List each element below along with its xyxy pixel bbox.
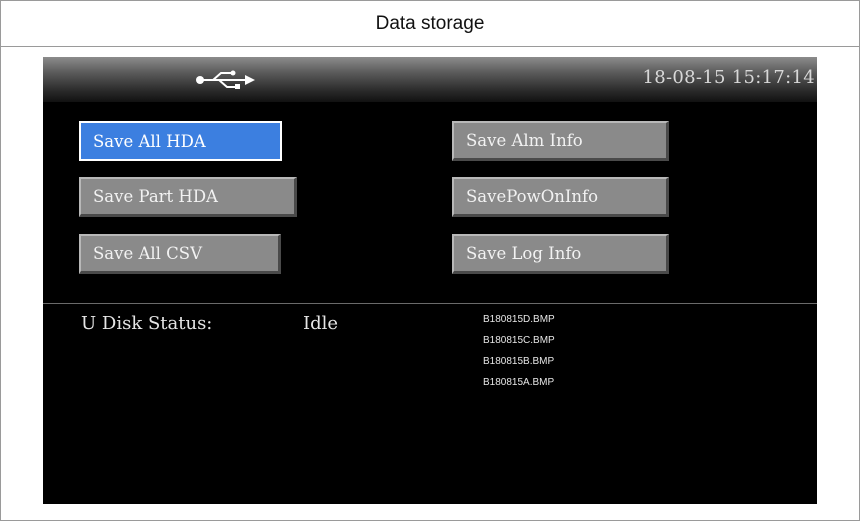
u-disk-status-label: U Disk Status: <box>81 313 213 334</box>
window-frame: Data storage 18-08-15 15:17:14 Save All … <box>0 0 860 521</box>
save-all-csv-button[interactable]: Save All CSV <box>79 234 281 274</box>
file-list-item[interactable]: B180815D.BMP <box>483 309 555 330</box>
file-list: B180815D.BMP B180815C.BMP B180815B.BMP B… <box>483 309 555 393</box>
save-pow-on-info-button[interactable]: SavePowOnInfo <box>452 177 669 217</box>
file-list-item[interactable]: B180815A.BMP <box>483 372 555 393</box>
u-disk-status-value: Idle <box>303 313 339 334</box>
caption-title: Data storage <box>1 1 859 47</box>
datetime-display: 18-08-15 15:17:14 <box>642 67 815 88</box>
status-bar: 18-08-15 15:17:14 <box>43 57 817 102</box>
usb-icon <box>196 70 255 89</box>
divider <box>43 303 817 304</box>
file-list-item[interactable]: B180815C.BMP <box>483 330 555 351</box>
save-part-hda-button[interactable]: Save Part HDA <box>79 177 297 217</box>
file-list-item[interactable]: B180815B.BMP <box>483 351 555 372</box>
device-screen: 18-08-15 15:17:14 Save All HDA Save Part… <box>43 57 817 504</box>
save-alm-info-button[interactable]: Save Alm Info <box>452 121 669 161</box>
save-log-info-button[interactable]: Save Log Info <box>452 234 669 274</box>
save-all-hda-button[interactable]: Save All HDA <box>79 121 282 161</box>
